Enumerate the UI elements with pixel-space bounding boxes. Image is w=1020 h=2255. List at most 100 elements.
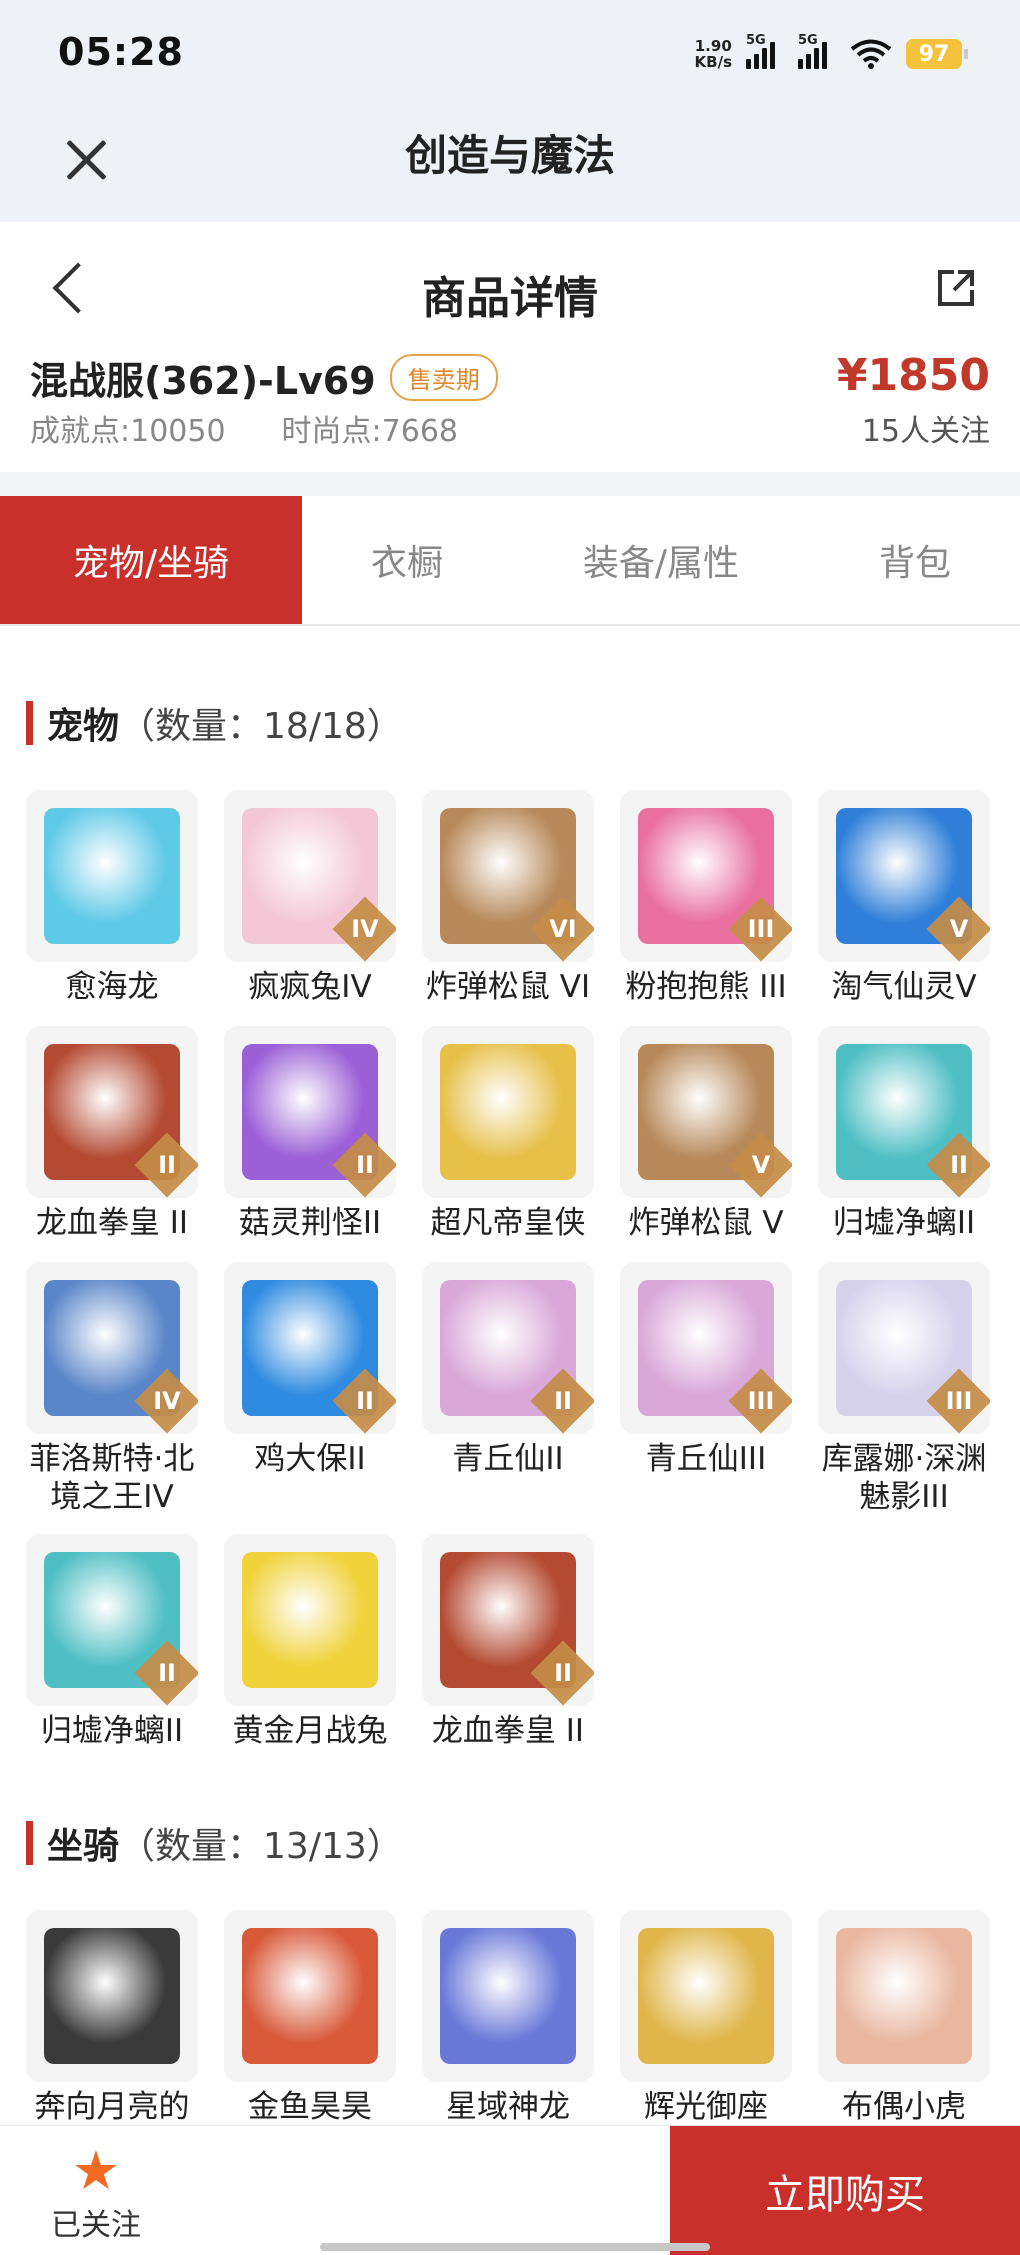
grid-item[interactable]: III 粉抱抱熊 III (620, 790, 792, 1006)
tier-badge: II (332, 1132, 396, 1198)
grid-item[interactable]: 布偶小虎 (818, 1910, 990, 2125)
status-badge: 售卖期 (389, 354, 498, 401)
tier-badge: V (926, 896, 990, 962)
item-thumbnail: IV (224, 790, 396, 962)
item-thumbnail (620, 1910, 792, 2082)
tier-badge: II (530, 1640, 594, 1706)
clock: 05:28 (58, 30, 184, 74)
price: ¥1850 (836, 350, 990, 401)
grid-item[interactable]: 愈海龙 (26, 790, 198, 1006)
tier-label: II (158, 1151, 176, 1179)
grid-item[interactable]: 奔向月亮的 (26, 1910, 198, 2125)
tab-pets-mounts[interactable]: 宠物/坐骑 (0, 496, 302, 624)
item-thumbnail (422, 1026, 594, 1198)
signal-icon: 5G (746, 33, 784, 69)
grid-item[interactable]: 星域神龙 (422, 1910, 594, 2125)
achievement-value: 10050 (130, 414, 226, 449)
home-indicator[interactable] (320, 2243, 710, 2251)
grid-item[interactable]: II 归墟净螭II (818, 1026, 990, 1242)
achievement-label: 成就点: (30, 414, 131, 449)
item-thumbnail (224, 1910, 396, 2082)
item-thumbnail: II (26, 1534, 198, 1706)
server-line: 混战服(362)-Lv69 售卖期 (30, 350, 498, 405)
net-speed-unit: KB/s (694, 53, 732, 71)
tier-badge: V (728, 1132, 792, 1198)
tier-badge: II (134, 1640, 198, 1706)
item-name: 龙血拳皇 II (431, 1713, 585, 1749)
item-image (44, 808, 180, 944)
tier-badge: III (728, 1368, 792, 1434)
tier-label: III (747, 915, 775, 943)
grid-item[interactable]: II 龙血拳皇 II (422, 1534, 594, 1750)
item-name: 布偶小虎 (842, 2089, 966, 2125)
section-marker (26, 701, 33, 745)
grid-item[interactable]: IV 疯疯兔IV (224, 790, 396, 1006)
grid-item[interactable]: 金鱼昊昊 (224, 1910, 396, 2125)
status-icons: 1.90 KB/s 5G 5G 97 (695, 33, 968, 74)
section-marker (26, 1821, 33, 1865)
tier-label: V (751, 1151, 771, 1179)
divider (0, 472, 1020, 496)
item-thumbnail: II (422, 1534, 594, 1706)
item-thumbnail: III (620, 790, 792, 962)
item-thumbnail: VI (422, 790, 594, 962)
grid-item[interactable]: II 青丘仙II (422, 1262, 594, 1478)
grid-item[interactable]: III 库露娜·深渊魅影III (818, 1262, 990, 1516)
net-speed-value: 1.90 (694, 37, 732, 55)
grid-item[interactable]: 超凡帝皇侠 (422, 1026, 594, 1242)
item-image (440, 1928, 576, 2064)
grid-item[interactable]: V 淘气仙灵V (818, 790, 990, 1006)
tier-badge: VI (530, 896, 594, 962)
item-thumbnail: II (422, 1262, 594, 1434)
item-name: 归墟净螭II (832, 1205, 976, 1241)
grid-item[interactable]: II 鸡大保II (224, 1262, 396, 1478)
status-bar: 05:28 1.90 KB/s 5G 5G 97 (0, 0, 1020, 110)
item-name: 菲洛斯特·北境之王IV (29, 1441, 195, 1515)
follow-button[interactable]: ★ 已关注 (46, 2142, 146, 2244)
grid-item[interactable]: VI 炸弹松鼠 VI (422, 790, 594, 1006)
page-title: 商品详情 (422, 273, 598, 324)
item-thumbnail: II (224, 1262, 396, 1434)
grid-item[interactable]: V 炸弹松鼠 V (620, 1026, 792, 1242)
mounts-grid: 奔向月亮的 金鱼昊昊 星域神龙 辉光御座 布偶小虎 (26, 1910, 996, 2125)
item-thumbnail: III (818, 1262, 990, 1434)
item-image (836, 1928, 972, 2064)
item-thumbnail: II (818, 1026, 990, 1198)
signal-icon: 5G (798, 33, 836, 69)
pets-title: 宠物 (47, 706, 120, 747)
tab-bar: 宠物/坐骑 衣橱 装备/属性 背包 (0, 496, 1020, 626)
mounts-count: （数量：13/13） (119, 1826, 403, 1867)
item-name: 淘气仙灵V (831, 969, 977, 1005)
item-name: 龙血拳皇 II (35, 1205, 189, 1241)
points-line: 成就点:10050 时尚点:7668 (30, 406, 458, 450)
buy-now-button[interactable]: 立即购买 (670, 2126, 1020, 2255)
signal-label: 5G (746, 33, 766, 48)
tier-label: VI (549, 915, 577, 943)
grid-item[interactable]: 辉光御座 (620, 1910, 792, 2125)
grid-item[interactable]: IV 菲洛斯特·北境之王IV (26, 1262, 198, 1516)
follow-label: 已关注 (51, 2208, 141, 2243)
bottom-bar: ★ 已关注 立即购买 (0, 2125, 1020, 2255)
tier-badge: IV (134, 1368, 198, 1434)
grid-item[interactable]: III 青丘仙III (620, 1262, 792, 1478)
grid-item[interactable]: II 龙血拳皇 II (26, 1026, 198, 1242)
item-thumbnail (422, 1910, 594, 2082)
item-image (242, 1928, 378, 2064)
item-thumbnail: V (818, 790, 990, 962)
item-thumbnail: II (224, 1026, 396, 1198)
tab-wardrobe[interactable]: 衣橱 (302, 496, 512, 624)
item-thumbnail (818, 1910, 990, 2082)
grid-item[interactable]: II 归墟净螭II (26, 1534, 198, 1750)
tab-equipment[interactable]: 装备/属性 (512, 496, 810, 624)
pets-grid: 愈海龙 IV 疯疯兔IV VI 炸弹松鼠 VI III 粉抱抱熊 III V 淘气仙灵V II 龙血… (26, 790, 996, 1750)
grid-item[interactable]: 黄金月战兔 (224, 1534, 396, 1750)
grid-item[interactable]: II 菇灵荆怪II (224, 1026, 396, 1242)
net-speed: 1.90 KB/s (695, 38, 732, 70)
item-name: 奔向月亮的 (34, 2089, 190, 2125)
share-icon[interactable] (934, 266, 978, 310)
signal-label: 5G (798, 33, 818, 48)
tab-backpack[interactable]: 背包 (810, 496, 1020, 624)
item-thumbnail: V (620, 1026, 792, 1198)
tier-badge: II (134, 1132, 198, 1198)
fashion-value: 7668 (381, 414, 459, 449)
